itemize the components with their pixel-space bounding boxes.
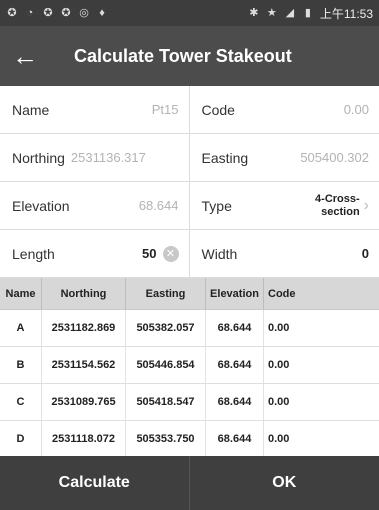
table-cell: 505353.750	[126, 421, 206, 456]
column-header: Code	[268, 287, 296, 300]
bottom-action-bar: Calculate OK	[0, 456, 379, 510]
easting-label: Easting	[201, 149, 249, 166]
table-cell: 2531089.765	[42, 384, 126, 420]
table-row[interactable]: D 2531118.072 505353.750 68.644 0.00	[0, 421, 379, 456]
northing-label: Northing	[12, 149, 65, 166]
width-field[interactable]: Width 0	[190, 230, 379, 277]
form-row: Elevation 68.644 Type 4-Cross-section ›	[0, 182, 379, 230]
table-cell: 68.644	[206, 421, 264, 456]
table-cell: D	[0, 421, 42, 456]
easting-value[interactable]: 505400.302	[300, 150, 369, 165]
elevation-value[interactable]: 68.644	[139, 198, 179, 213]
clock: 上午11:53	[319, 6, 373, 21]
table-cell: 68.644	[206, 310, 264, 346]
northing-value[interactable]: 2531136.317	[71, 150, 146, 165]
stakeout-table: Name Northing Easting Elevation Code A 2…	[0, 278, 379, 456]
length-label: Length	[12, 245, 55, 262]
notification-icon: ◎	[79, 7, 89, 19]
back-button[interactable]: ←	[0, 26, 50, 86]
name-value[interactable]: Pt15	[152, 102, 179, 117]
table-cell: 2531154.562	[42, 347, 126, 383]
column-header: Northing	[42, 278, 126, 309]
battery-icon: ▮	[304, 7, 311, 19]
notification-icon: ✪	[7, 7, 17, 19]
table-row[interactable]: B 2531154.562 505446.854 68.644 0.00	[0, 347, 379, 384]
column-header: Name	[0, 278, 42, 309]
table-cell: 0.00	[268, 322, 290, 334]
elevation-field[interactable]: Elevation 68.644	[0, 182, 190, 229]
table-cell: 68.644	[206, 384, 264, 420]
form-row: Northing 2531136.317 Easting 505400.302	[0, 134, 379, 182]
chevron-right-icon: ›	[363, 196, 369, 214]
calculate-button[interactable]: Calculate	[0, 456, 190, 510]
notification-icon: ◔	[26, 7, 34, 19]
table-cell: 505446.854	[126, 347, 206, 383]
page-title: Calculate Tower Stakeout	[74, 45, 292, 66]
form-row: Name Pt15 Code 0.00	[0, 86, 379, 134]
code-label: Code	[201, 101, 235, 118]
arrow-left-icon: ←	[12, 40, 38, 71]
table-cell: 2531182.869	[42, 310, 126, 346]
system-status: ✱ ★ ◢ ▮ 上午11:53	[248, 5, 373, 22]
table-cell: 0.00	[268, 359, 290, 371]
table-cell: B	[0, 347, 42, 383]
status-bar: ✪ ◔ ✪ ✪ ◎ ♦ ✱ ★ ◢ ▮ 上午11:53	[0, 0, 379, 26]
table-cell: 505382.057	[126, 310, 206, 346]
width-label: Width	[201, 245, 238, 262]
column-header: Easting	[126, 278, 206, 309]
clear-icon[interactable]: ✕	[162, 245, 179, 262]
table-cell: 0.00	[268, 433, 290, 445]
table-cell: 68.644	[206, 347, 264, 383]
notification-icon: ✪	[61, 7, 71, 19]
table-cell: 505418.547	[126, 384, 206, 420]
signal-icon: ◢	[285, 7, 295, 19]
table-cell: A	[0, 310, 42, 346]
type-label: Type	[201, 197, 232, 214]
table-row[interactable]: C 2531089.765 505418.547 68.644 0.00	[0, 384, 379, 421]
name-field[interactable]: Name Pt15	[0, 86, 190, 133]
type-value[interactable]: 4-Cross-section	[298, 193, 360, 219]
table-header: Name Northing Easting Elevation Code	[0, 278, 379, 310]
table-cell: C	[0, 384, 42, 420]
code-field[interactable]: Code 0.00	[190, 86, 379, 133]
app-bar: ← Calculate Tower Stakeout	[0, 26, 379, 86]
table-row[interactable]: A 2531182.869 505382.057 68.644 0.00	[0, 310, 379, 347]
form-row: Length 50 ✕ Width 0	[0, 230, 379, 278]
column-header: Elevation	[206, 278, 264, 309]
code-value[interactable]: 0.00	[344, 102, 369, 117]
name-label: Name	[12, 101, 50, 118]
table-cell: 2531118.072	[42, 421, 126, 456]
length-value[interactable]: 50	[142, 246, 156, 261]
type-field[interactable]: Type 4-Cross-section ›	[190, 182, 379, 229]
bluetooth-icon: ✱	[249, 7, 259, 19]
notification-icons: ✪ ◔ ✪ ✪ ◎ ♦	[6, 7, 108, 19]
notification-icon: ✪	[43, 7, 53, 19]
point-form: Name Pt15 Code 0.00 Northing 2531136.317…	[0, 86, 379, 278]
table-cell: 0.00	[268, 396, 290, 408]
length-field[interactable]: Length 50 ✕	[0, 230, 190, 277]
easting-field[interactable]: Easting 505400.302	[190, 134, 379, 181]
star-icon: ★	[266, 7, 277, 19]
location-icon: ♦	[99, 7, 105, 19]
elevation-label: Elevation	[12, 197, 70, 214]
width-value[interactable]: 0	[362, 246, 369, 261]
ok-button[interactable]: OK	[190, 456, 379, 510]
northing-field[interactable]: Northing 2531136.317	[0, 134, 190, 181]
